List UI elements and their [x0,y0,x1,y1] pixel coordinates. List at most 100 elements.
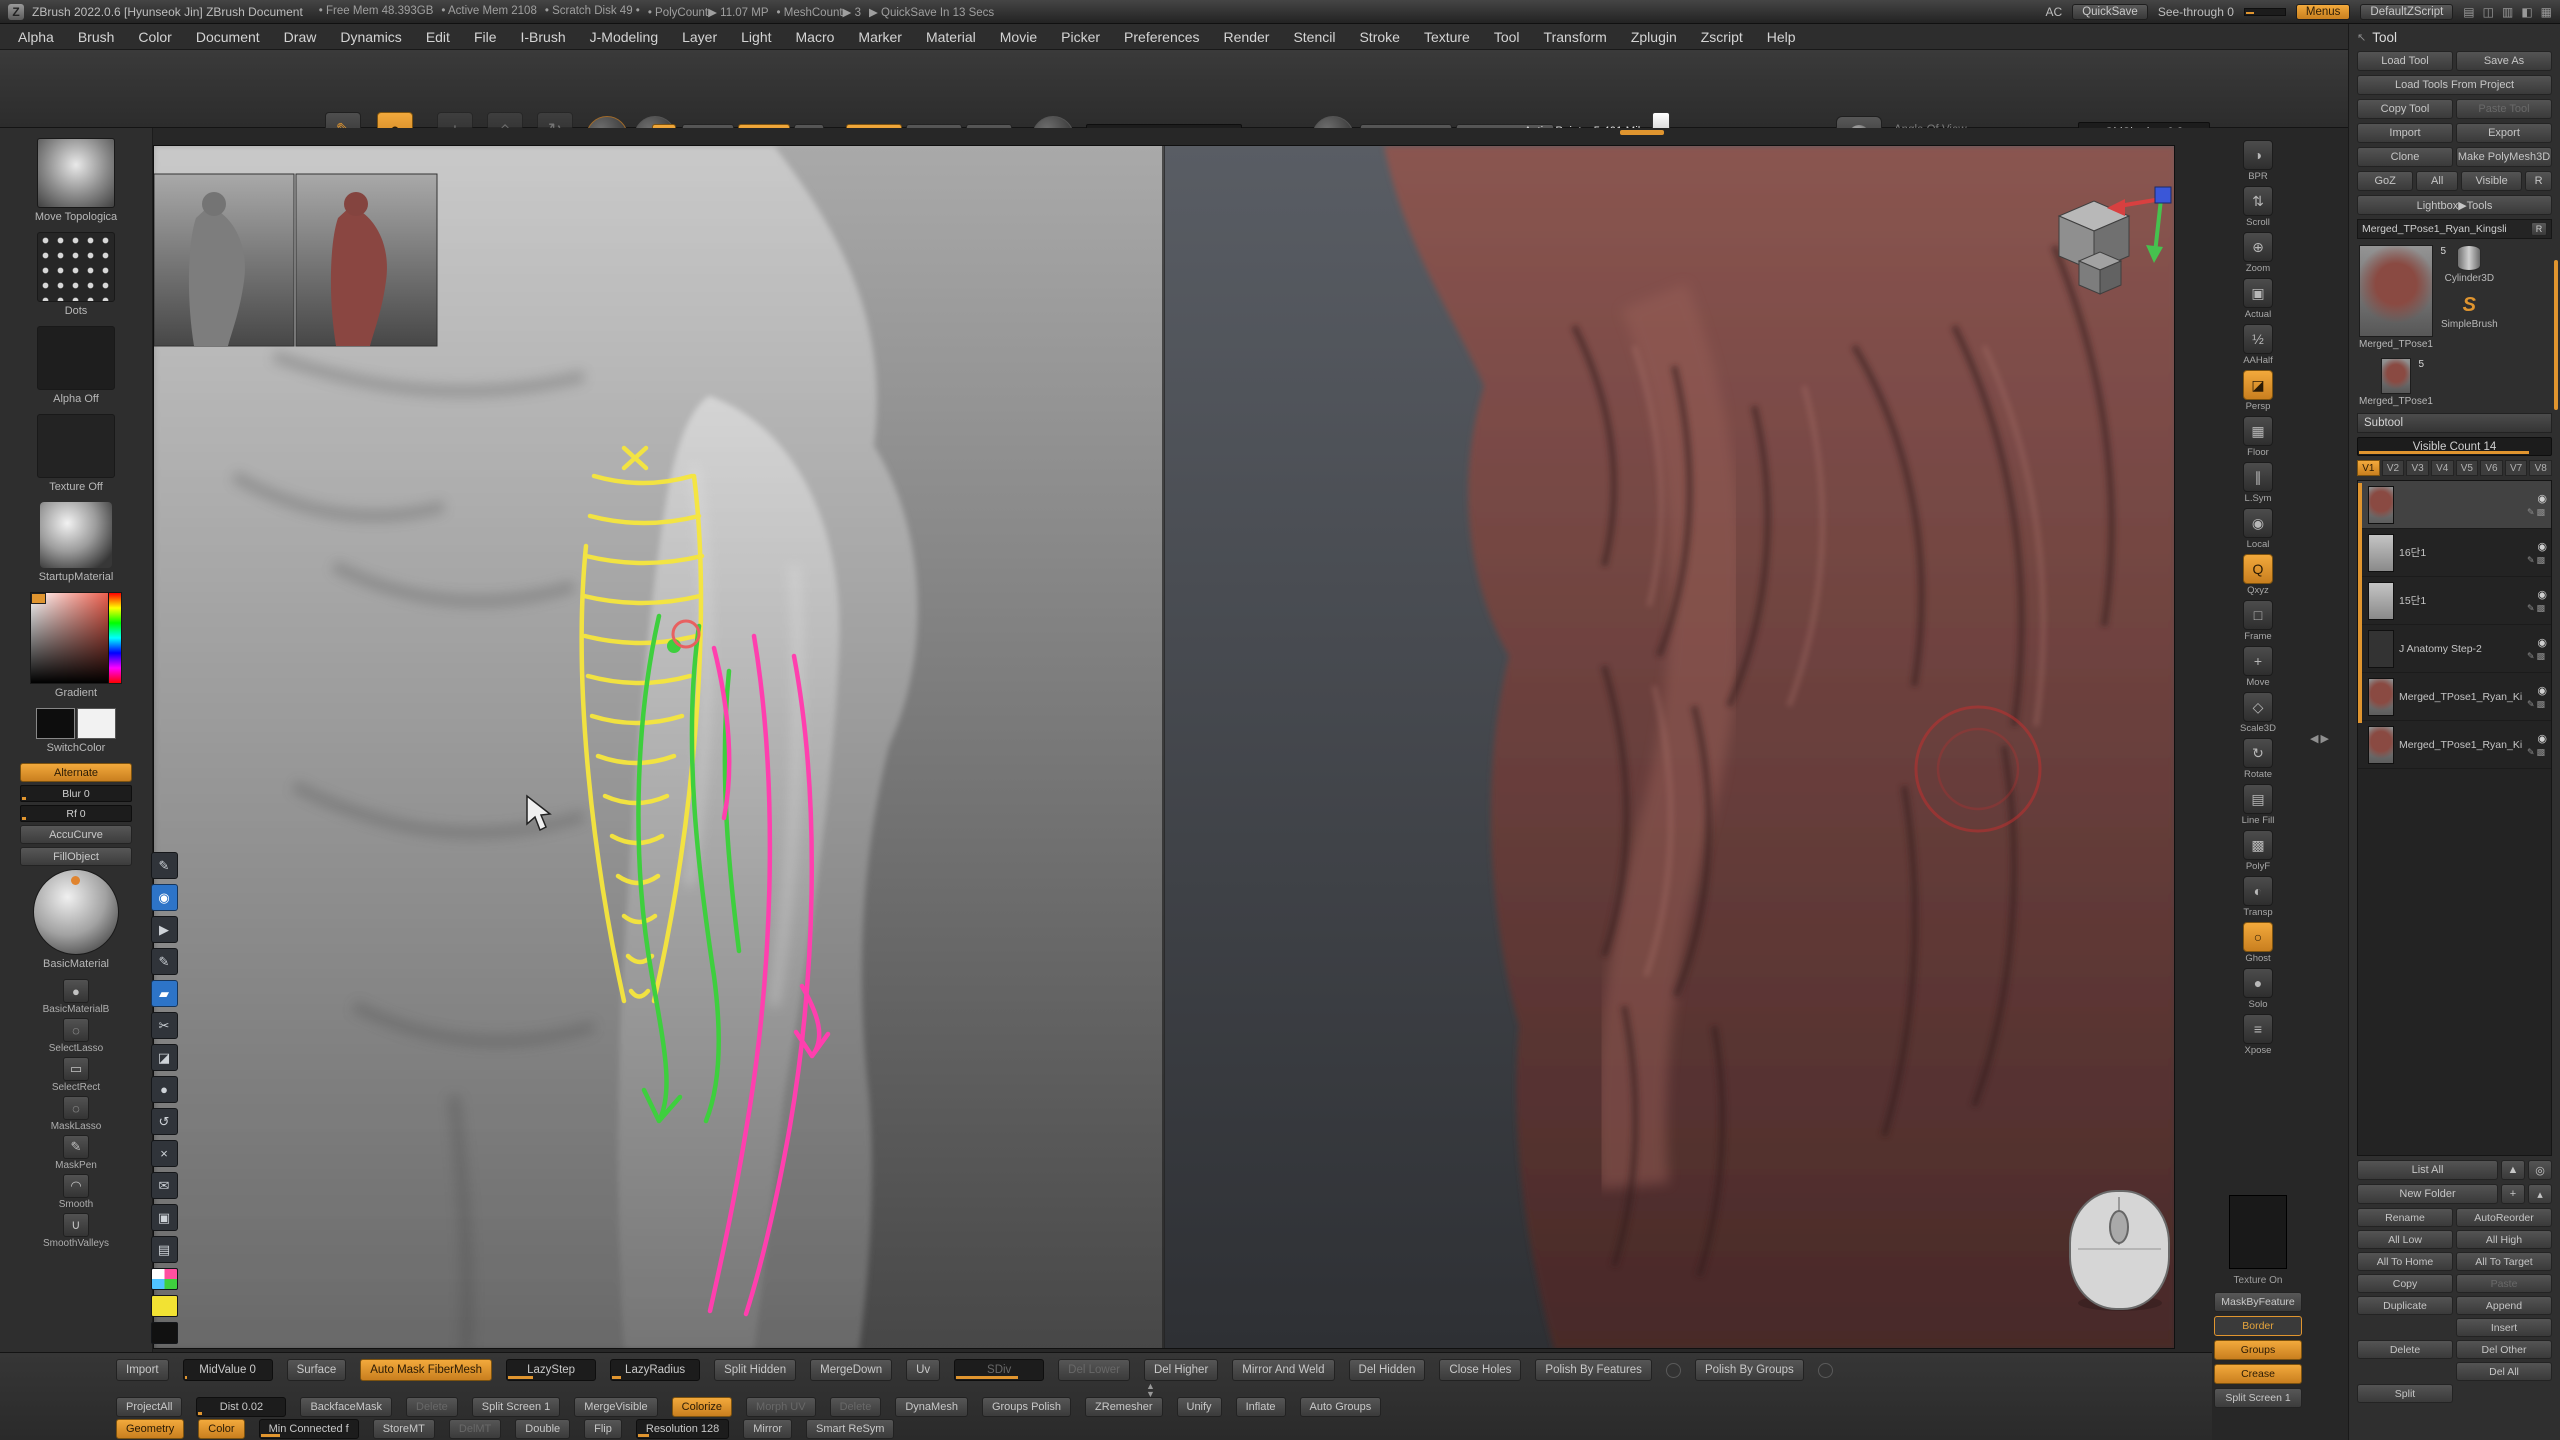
right-shelf-button[interactable]: ≡ Xpose [2236,1014,2280,1056]
subtool-frame-icon[interactable]: ◎ [2528,1160,2552,1180]
shelf-scrollbar[interactable] [1620,130,1664,135]
titlebar-icon[interactable]: ▦ [2541,5,2552,19]
paste-tool-button[interactable]: Paste Tool [2456,99,2552,119]
accucurve-button[interactable]: AccuCurve [20,825,132,844]
subtool-op-button[interactable]: Delete [2357,1340,2453,1359]
menus-button[interactable]: Menus [2296,4,2351,20]
subtool-op-button[interactable]: AutoReorder [2456,1208,2552,1227]
import-button[interactable]: Import [2357,123,2453,143]
menu-item[interactable]: Movie [988,26,1049,48]
tool-r-button[interactable]: R [2531,222,2547,236]
menu-item[interactable]: Marker [846,26,914,48]
subtool-toggles[interactable]: ◉ ✎▩ [2527,732,2547,758]
paint-icon[interactable]: ▩ [2536,651,2547,661]
bottom-bar-button[interactable]: DynaMesh [895,1397,968,1417]
goz-r-button[interactable]: R [2525,171,2552,191]
material-preview-sphere[interactable] [33,869,119,955]
panel-scrollbar[interactable] [2554,260,2558,410]
menu-item[interactable]: Macro [784,26,847,48]
groups-button[interactable]: Groups [2214,1340,2302,1360]
blur-slider[interactable]: Blur 0 [20,785,132,802]
collapse-icon[interactable]: ↖ [2357,31,2366,44]
bottom-bar-button[interactable]: Colorize [672,1397,732,1417]
goz-all-button[interactable]: All [2416,171,2458,191]
color-swatch[interactable] [151,1295,178,1317]
bottom-bar-button[interactable]: Unify [1177,1397,1222,1417]
bottom-bar-button[interactable]: Close Holes [1439,1359,1521,1381]
right-shelf-button[interactable]: Q Qxyz [2236,554,2280,596]
bottom-bar-button[interactable]: MergeVisible [574,1397,657,1417]
quick-brush-item[interactable]: ◌ SelectLasso [49,1018,103,1054]
right-shelf-button[interactable]: ◇ Scale3D [2236,692,2280,734]
crease-button[interactable]: Crease [2214,1364,2302,1384]
bottom-bar-button[interactable]: Import [116,1359,169,1381]
subtool-row[interactable]: Merged_TPose1_Ryan_Kingslie ◉ ✎▩ [2358,721,2551,769]
mini-palette-tool[interactable]: ▰ [151,980,178,1007]
current-tool-bar[interactable]: Merged_TPose1_Ryan_Kingsli R [2357,219,2552,239]
right-shelf-button[interactable]: ● Solo [2236,968,2280,1010]
bottom-bar-button[interactable]: BackfaceMask [300,1397,392,1417]
current-texture-thumbnail[interactable] [37,414,115,478]
bottom-bar-button[interactable]: Delete [406,1397,458,1417]
subtool-view-tab[interactable]: V8 [2529,460,2552,476]
border-button[interactable]: Border [2214,1316,2302,1336]
eye-icon[interactable]: ◉ [2537,732,2547,745]
simplebrush-tool[interactable]: S SimpleBrush [2441,294,2498,330]
quick-brush-item[interactable]: ◌ MaskLasso [51,1096,102,1132]
menu-item[interactable]: Render [1212,26,1282,48]
subtool-view-tab[interactable]: V3 [2406,460,2429,476]
mini-palette-tool[interactable]: ✂ [151,1012,178,1039]
bottom-bar-button[interactable]: Double [515,1419,570,1439]
current-tool-thumbnail[interactable]: 5 [2359,245,2433,337]
sculpt-canvas[interactable] [153,145,2175,1349]
bottom-bar-button[interactable]: ProjectAll [116,1397,182,1417]
menu-item[interactable]: Zscript [1689,26,1755,48]
lightbox-tools-button[interactable]: Lightbox▶Tools [2357,195,2552,215]
mini-palette-tool[interactable]: × [151,1140,178,1167]
alternate-button[interactable]: Alternate [20,763,132,782]
hue-strip[interactable] [108,593,121,683]
color-swatch[interactable] [151,1322,178,1344]
right-shelf-button[interactable]: ½ AAHalf [2236,324,2280,366]
right-shelf-button[interactable]: ▦ Floor [2236,416,2280,458]
cylinder3d-tool[interactable]: Cylinder3D [2445,245,2494,284]
right-shelf-button[interactable]: ▣ Actual [2236,278,2280,320]
bottom-bar-button[interactable]: Morph UV [746,1397,816,1417]
bottom-bar-button[interactable]: Del Higher [1144,1359,1218,1381]
menu-item[interactable]: Document [184,26,272,48]
canvas-split-line[interactable] [1162,146,1165,1349]
bottom-bar-button[interactable]: Groups Polish [982,1397,1071,1417]
subtool-op-button[interactable]: Append [2456,1296,2552,1315]
subtool-toggles[interactable]: ◉ ✎▩ [2527,492,2547,518]
subtool-op-button[interactable]: All High [2456,1230,2552,1249]
mini-palette-tool[interactable]: ● [151,1076,178,1103]
texture-preview[interactable] [2229,1195,2287,1269]
folder-add-icon[interactable]: + [2501,1184,2525,1204]
right-shelf-button[interactable]: ↻ Rotate [2236,738,2280,780]
right-shelf-button[interactable]: ⊕ Zoom [2236,232,2280,274]
bottom-bar-button[interactable]: Surface [287,1359,347,1381]
clone-button[interactable]: Clone [2357,147,2453,167]
mask-by-feature-button[interactable]: MaskByFeature [2214,1292,2302,1312]
menu-item[interactable]: File [462,26,509,48]
menu-item[interactable]: Stroke [1347,26,1411,48]
mini-palette-tool[interactable]: ▶ [151,916,178,943]
menu-item[interactable]: Color [126,26,183,48]
menu-item[interactable]: Edit [414,26,462,48]
right-shelf-button[interactable]: ⇅ Scroll [2236,186,2280,228]
subtool-toggles[interactable]: ◉ ✎▩ [2527,636,2547,662]
color-swatch[interactable] [151,1268,178,1290]
subtool-view-tab[interactable]: V5 [2456,460,2479,476]
rf-slider[interactable]: Rf 0 [20,805,132,822]
mini-palette-tool[interactable]: ◪ [151,1044,178,1071]
menu-item[interactable]: Transform [1532,26,1619,48]
bottom-bar-button[interactable]: Polish By Groups [1695,1359,1804,1381]
quick-brush-item[interactable]: ◠ Smooth [59,1174,93,1210]
right-shelf-button[interactable]: + Move [2236,646,2280,688]
paint-icon[interactable]: ▩ [2536,555,2547,565]
bottom-bar-button[interactable]: Dist 0.02 [196,1397,286,1417]
bottom-bar-button[interactable]: Mirror And Weld [1232,1359,1334,1381]
subtool-op-button[interactable]: Split [2357,1384,2453,1403]
right-shelf-button[interactable]: ◪ Persp [2236,370,2280,412]
mini-palette-tool[interactable]: ▣ [151,1204,178,1231]
